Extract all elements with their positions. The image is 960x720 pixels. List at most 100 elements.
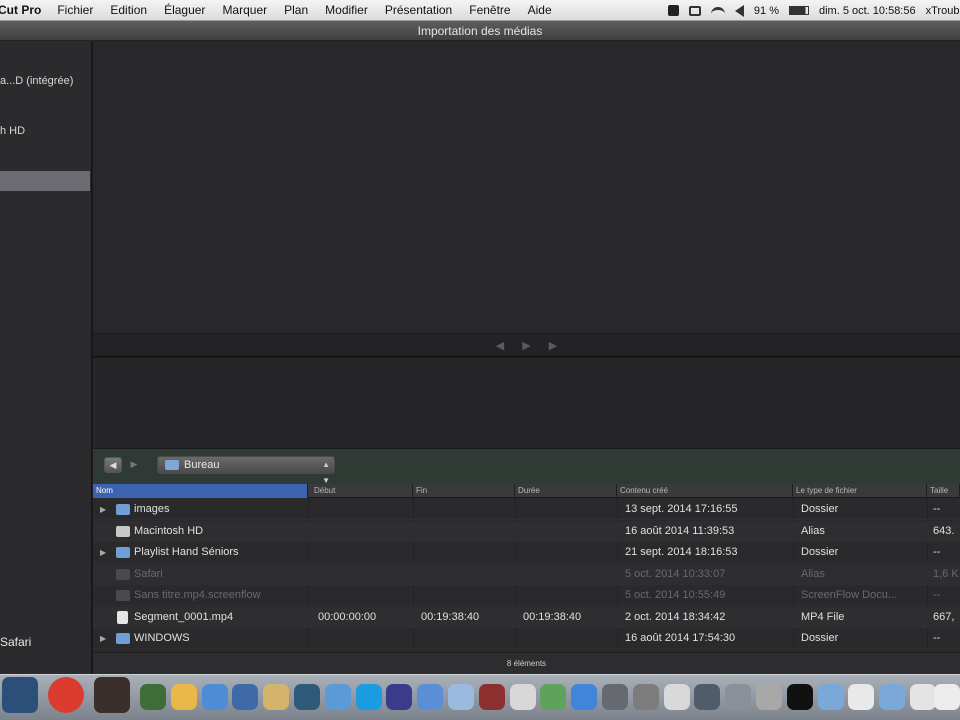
iphoto-icon[interactable]	[140, 684, 166, 710]
app-menu[interactable]: Cut Pro	[0, 3, 41, 17]
table-row[interactable]: Sans titre.mp4.screenflow 5 oct. 2014 10:…	[93, 585, 960, 606]
iphone-backup-icon[interactable]	[663, 684, 690, 710]
column-header-created[interactable]: Contenu créé	[617, 484, 793, 498]
pref-icon[interactable]	[725, 684, 752, 710]
cell-size: 1,6 K	[933, 567, 959, 580]
table-row[interactable]: ▶ Playlist Hand Séniors 21 sept. 2014 18:1…	[93, 542, 960, 563]
black-icon[interactable]	[786, 684, 813, 710]
forward-button[interactable]: ▶	[126, 457, 142, 473]
menu-modifier[interactable]: Modifier	[325, 3, 368, 17]
menu-plan[interactable]: Plan	[284, 3, 308, 17]
cell-end	[421, 628, 513, 649]
column-header-size[interactable]: Taille	[927, 484, 960, 498]
back-button[interactable]: ◀	[104, 457, 122, 473]
cell-end	[421, 585, 513, 606]
media-viewer	[93, 41, 960, 333]
document-icon[interactable]	[848, 684, 875, 710]
screen-icon[interactable]	[694, 684, 721, 710]
menu-fichier[interactable]: Fichier	[57, 3, 93, 17]
menu-presentation[interactable]: Présentation	[385, 3, 452, 17]
cell-name: Playlist Hand Séniors	[134, 546, 239, 558]
table-row[interactable]: Macintosh HD 16 août 2014 11:39:53 Alias 64…	[93, 520, 960, 542]
mail2-icon[interactable]	[910, 684, 936, 710]
cell-duration	[523, 585, 615, 606]
folder-icon	[165, 460, 179, 470]
sidebar-item-selected[interactable]	[0, 171, 90, 191]
cell-created: 16 août 2014 17:54:30	[625, 632, 736, 644]
location-label: Bureau	[184, 459, 220, 471]
menu-aide[interactable]: Aide	[528, 3, 552, 17]
user-menu[interactable]: xTrouble	[926, 5, 960, 17]
cell-name: Segment_0001.mp4	[134, 610, 234, 623]
menu-bar: Cut Pro Fichier Edition Élaguer Marquer …	[0, 0, 960, 21]
column-header-name[interactable]: Nom	[93, 484, 308, 498]
window2-icon[interactable]	[934, 684, 960, 710]
menu-elaguer[interactable]: Élaguer	[164, 3, 205, 17]
mail-icon[interactable]	[324, 684, 351, 710]
column-header-start[interactable]: Début	[311, 484, 413, 498]
app-store-icon[interactable]	[571, 684, 598, 710]
clock[interactable]: dim. 5 oct. 10:58:56	[819, 5, 916, 17]
disk-icon[interactable]	[632, 684, 659, 710]
video-file-icon	[117, 610, 128, 624]
folder-icon	[116, 547, 130, 558]
menu-marquer[interactable]: Marquer	[222, 3, 267, 17]
sidebar-item-internal-drive[interactable]: a...D (intégrée)	[0, 71, 90, 91]
folder2-icon[interactable]	[879, 684, 906, 710]
disclosure-triangle-icon[interactable]: ▶	[100, 499, 106, 520]
column-header-duration[interactable]: Durée	[515, 484, 617, 498]
next-frame-button[interactable]: ▶	[549, 339, 557, 352]
item-count: 8 éléments	[93, 652, 960, 674]
system-icon[interactable]	[602, 684, 628, 710]
time-machine-icon[interactable]	[294, 684, 320, 710]
safari-icon[interactable]	[201, 684, 228, 710]
volume-icon[interactable]	[734, 4, 744, 17]
location-popup[interactable]: Bureau ▲ ▼	[157, 456, 335, 485]
mail-app-icon[interactable]	[417, 684, 444, 710]
photo-booth-icon[interactable]	[478, 684, 505, 710]
column-header-end[interactable]: Fin	[413, 484, 515, 498]
dropbox-icon[interactable]	[688, 5, 701, 16]
transport-controls: ◀ ▶ ▶	[93, 333, 960, 357]
onyx-icon[interactable]	[756, 684, 782, 710]
calendar-icon[interactable]	[509, 684, 536, 710]
cell-duration	[523, 499, 615, 520]
folder-icon[interactable]	[817, 684, 844, 710]
cell-end	[421, 542, 513, 563]
cell-name: Sans titre.mp4.screenflow	[134, 589, 261, 601]
cell-type: Alias	[801, 524, 825, 537]
disclosure-triangle-icon[interactable]: ▶	[100, 628, 106, 649]
previous-frame-button[interactable]: ◀	[496, 339, 504, 352]
cell-duration	[523, 542, 615, 563]
disclosure-triangle-icon[interactable]: ▶	[100, 542, 106, 563]
skype-icon[interactable]	[355, 684, 382, 710]
cell-created: 5 oct. 2014 10:33:07	[625, 567, 726, 580]
chrome-icon[interactable]	[48, 677, 84, 713]
cell-created: 2 oct. 2014 18:34:42	[625, 610, 726, 623]
quicktime-icon[interactable]	[386, 684, 413, 710]
app-icon[interactable]	[170, 684, 197, 710]
status-area: 91 % dim. 5 oct. 10:58:56 xTrouble	[667, 0, 960, 20]
table-row[interactable]: ▶ WINDOWS 16 août 2014 17:54:30 Dossier --	[93, 628, 960, 649]
sidebar-item-safari[interactable]: Safari	[0, 632, 90, 652]
wifi-icon[interactable]	[710, 6, 725, 15]
itunes-icon[interactable]	[448, 684, 474, 710]
cell-duration	[523, 628, 615, 649]
table-row[interactable]: Safari 5 oct. 2014 10:33:07 Alias 1,6 K	[93, 563, 960, 585]
table-row[interactable]: ▶ images 13 sept. 2014 17:16:55 Dossier --	[93, 499, 960, 520]
sidebar-item-macintosh-hd[interactable]: h HD	[0, 121, 90, 141]
preview-icon[interactable]	[232, 684, 259, 710]
cell-end	[421, 499, 513, 520]
menu-fenetre[interactable]: Fenêtre	[469, 3, 510, 17]
cell-duration	[523, 521, 615, 542]
battery-icon[interactable]	[788, 6, 809, 15]
notes-icon[interactable]	[263, 684, 290, 710]
play-button[interactable]: ▶	[522, 339, 530, 352]
finder-icon[interactable]	[2, 677, 38, 713]
screenflow-icon[interactable]	[667, 5, 679, 16]
photo-icon[interactable]	[94, 677, 130, 713]
table-row[interactable]: Segment_0001.mp4 00:00:00:00 00:19:38:40 00…	[93, 606, 960, 628]
maps-icon[interactable]	[540, 684, 567, 710]
column-header-type[interactable]: Le type de fichier	[793, 484, 927, 498]
menu-edition[interactable]: Edition	[110, 3, 147, 17]
